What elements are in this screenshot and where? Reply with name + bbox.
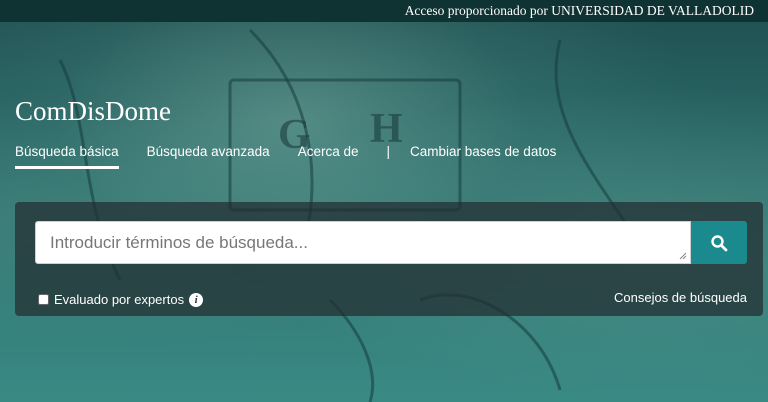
search-button[interactable] <box>691 221 747 264</box>
background-art: G H <box>58 28 652 402</box>
nav-about[interactable]: Acerca de <box>298 144 359 166</box>
nav-advanced-search[interactable]: Búsqueda avanzada <box>147 144 270 166</box>
peer-reviewed-filter: Evaluado por expertos i <box>38 292 204 307</box>
search-icon <box>711 234 728 251</box>
background-image: G H <box>0 0 768 402</box>
peer-reviewed-label[interactable]: Evaluado por expertos <box>54 292 184 307</box>
search-input[interactable]: Introducir términos de búsqueda... <box>35 221 691 264</box>
nav-basic-search[interactable]: Búsqueda básica <box>15 144 119 169</box>
search-placeholder: Introducir términos de búsqueda... <box>50 232 308 252</box>
site-title[interactable]: ComDisDome <box>15 96 171 127</box>
resize-grip-icon[interactable] <box>679 252 687 260</box>
search-tips-link[interactable]: Consejos de búsqueda <box>614 290 747 305</box>
access-text: Acceso proporcionado por UNIVERSIDAD DE … <box>404 3 754 18</box>
search-panel: Introducir términos de búsqueda... Evalu… <box>15 202 763 316</box>
nav-change-databases[interactable]: Cambiar bases de datos <box>410 144 556 166</box>
access-banner: Acceso proporcionado por UNIVERSIDAD DE … <box>0 0 768 22</box>
peer-reviewed-checkbox[interactable] <box>38 294 49 305</box>
nav-separator: | <box>386 144 390 159</box>
main-nav: Búsqueda básica Búsqueda avanzada Acerca… <box>15 144 584 169</box>
info-icon[interactable]: i <box>189 292 204 307</box>
